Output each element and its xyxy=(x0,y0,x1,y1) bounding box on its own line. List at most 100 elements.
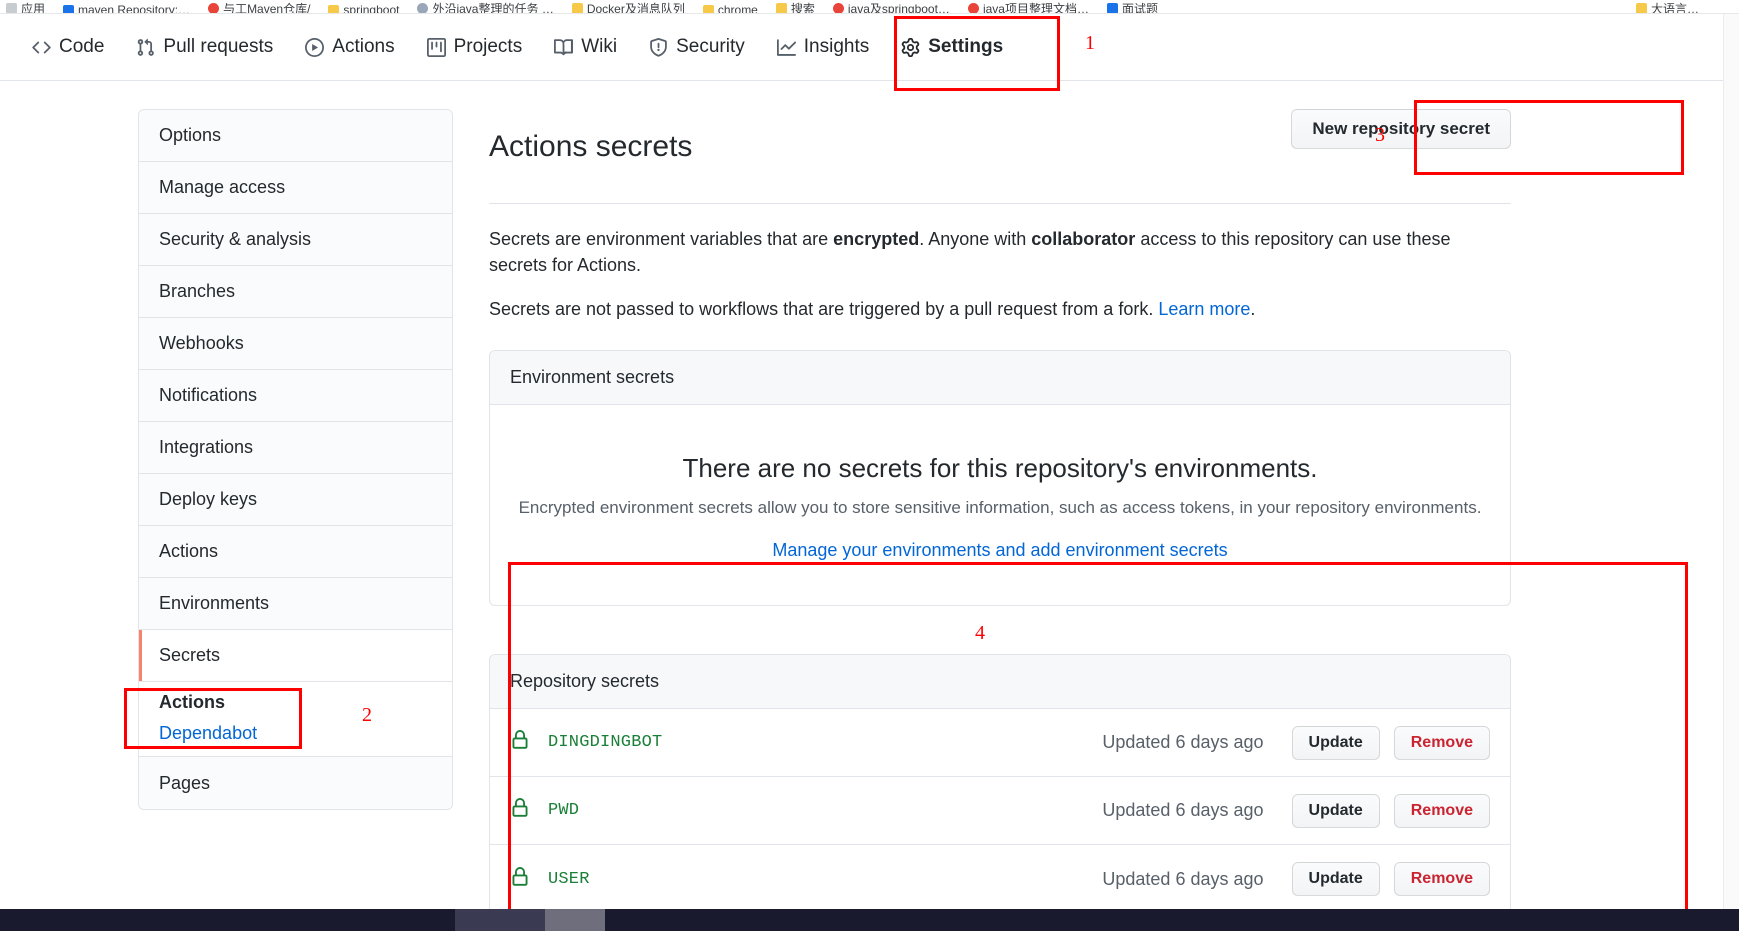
sidebar-item-notifications[interactable]: Notifications xyxy=(139,370,452,422)
secrets-description-line-2: Secrets are not passed to workflows that… xyxy=(489,296,1511,322)
sidebar-item-secrets[interactable]: Secrets xyxy=(139,630,452,682)
bookmark-label: 面试题 xyxy=(1121,2,1158,14)
empty-state-link-wrap: Manage your environments and add environ… xyxy=(514,540,1486,561)
tab-pull-requests[interactable]: Pull requests xyxy=(120,14,289,81)
tab-security[interactable]: Security xyxy=(633,14,761,81)
row-actions: Update Remove xyxy=(1291,793,1490,828)
sidebar-item-actions[interactable]: Actions xyxy=(139,526,452,578)
annotation-number-4: 4 xyxy=(975,622,985,644)
tab-wiki[interactable]: Wiki xyxy=(538,14,633,81)
browser-bookmark-bar: 应用 maven Repository:… 与工Maven仓库/ springb… xyxy=(0,0,1739,14)
bookmark-item[interactable]: java项目整理文档… xyxy=(967,0,1089,13)
secret-name: USER xyxy=(548,869,590,889)
bookmark-label: 外沿java整理的任务 … xyxy=(432,2,554,14)
update-secret-button[interactable]: Update xyxy=(1291,793,1380,828)
sidebar-item-label: Deploy keys xyxy=(159,489,258,509)
update-secret-button[interactable]: Update xyxy=(1291,862,1380,897)
screenshot-root: 应用 maven Repository:… 与工Maven仓库/ springb… xyxy=(0,0,1739,931)
sidebar-item-options[interactable]: Options xyxy=(139,110,452,162)
environment-secrets-header: Environment secrets xyxy=(490,351,1510,406)
manage-environments-link[interactable]: Manage your environments and add environ… xyxy=(772,540,1227,560)
sidebar-item-integrations[interactable]: Integrations xyxy=(139,422,452,474)
os-taskbar xyxy=(0,909,1739,931)
sidebar-item-label: Branches xyxy=(159,281,236,301)
row-actions: Update Remove xyxy=(1291,862,1490,897)
project-board-icon xyxy=(426,37,446,57)
red-icon xyxy=(967,3,979,13)
bookmark-label: maven Repository:… xyxy=(78,3,191,14)
tab-settings[interactable]: Settings xyxy=(885,14,1019,81)
blue-icon xyxy=(1106,3,1118,13)
sidebar-subitem-dependabot[interactable]: Dependabot xyxy=(159,723,452,744)
red-icon xyxy=(832,3,844,13)
sidebar-item-label: Pages xyxy=(159,772,211,793)
remove-secret-button[interactable]: Remove xyxy=(1393,862,1490,897)
tab-projects[interactable]: Projects xyxy=(411,14,539,81)
title-divider xyxy=(489,203,1511,205)
bookmark-item[interactable]: 搜索 xyxy=(775,0,815,13)
desc-text: . xyxy=(1250,299,1256,320)
taskbar-segment xyxy=(605,909,1739,931)
secret-updated-time: Updated 6 days ago xyxy=(1102,868,1264,889)
taskbar-segment xyxy=(0,909,455,931)
folder-icon xyxy=(571,3,583,13)
play-circle-icon xyxy=(305,37,325,57)
tab-label: Code xyxy=(59,36,105,57)
annotation-number-1: 1 xyxy=(1085,32,1095,54)
bookmark-item[interactable]: java及springboot… xyxy=(832,0,950,14)
sidebar-item-label: Security & analysis xyxy=(159,229,312,249)
tab-label: Actions xyxy=(332,36,395,57)
tab-label: Pull requests xyxy=(163,36,274,57)
bookmark-item[interactable]: springboot xyxy=(328,3,399,13)
sidebar-item-label: Environments xyxy=(159,593,270,613)
page-scrollbar[interactable] xyxy=(1723,14,1739,909)
desc-text: Secrets are environment variables that a… xyxy=(489,229,834,250)
bookmark-label: chrome xyxy=(717,3,758,14)
sidebar-item-label: Notifications xyxy=(159,385,258,405)
sidebar-item-manage-access[interactable]: Manage access xyxy=(139,162,452,214)
table-row: USER Updated 6 days ago Update Remove xyxy=(490,845,1510,913)
remove-secret-button[interactable]: Remove xyxy=(1393,725,1490,760)
sidebar-item-label: Options xyxy=(159,125,222,145)
settings-sidebar: Options Manage access Security & analysi… xyxy=(138,109,453,810)
graph-icon xyxy=(776,38,796,57)
sidebar-item-security-analysis[interactable]: Security & analysis xyxy=(139,214,452,266)
secret-name: DINGDINGBOT xyxy=(548,733,663,753)
tab-code[interactable]: Code xyxy=(16,14,120,81)
tab-label: Settings xyxy=(928,36,1004,57)
sidebar-item-label: Actions xyxy=(159,541,219,561)
tab-label: Wiki xyxy=(581,36,618,57)
code-icon xyxy=(32,38,51,57)
sidebar-item-deploy-keys[interactable]: Deploy keys xyxy=(139,474,452,526)
sidebar-item-environments[interactable]: Environments xyxy=(139,578,452,630)
new-repository-secret-button[interactable]: New repository secret xyxy=(1291,109,1511,149)
table-row: DINGDINGBOT Updated 6 days ago Update Re… xyxy=(490,709,1510,778)
bookmark-item[interactable]: 外沿java整理的任务 … xyxy=(417,0,554,14)
sidebar-item-pages[interactable]: Pages xyxy=(139,757,452,809)
bookmark-label: java及springboot… xyxy=(847,2,950,14)
row-actions: Update Remove xyxy=(1291,725,1490,760)
bookmark-item[interactable]: Docker及消息队列 xyxy=(571,0,685,13)
bookmark-item[interactable]: 应用 xyxy=(6,0,46,14)
bookmark-item[interactable]: 面试题 xyxy=(1106,0,1158,14)
taskbar-segment xyxy=(455,909,545,931)
empty-state-subtitle: Encrypted environment secrets allow you … xyxy=(518,498,1482,518)
tab-label: Insights xyxy=(803,36,870,57)
repository-secrets-header: Repository secrets xyxy=(490,655,1510,710)
remove-secret-button[interactable]: Remove xyxy=(1393,793,1490,828)
bookmark-label: 应用 xyxy=(21,2,46,14)
sidebar-subitem-actions[interactable]: Actions xyxy=(159,692,452,713)
sidebar-item-branches[interactable]: Branches xyxy=(139,266,452,318)
sidebar-item-webhooks[interactable]: Webhooks xyxy=(139,318,452,370)
page-title: Actions secrets xyxy=(489,130,693,164)
table-row: PWD Updated 6 days ago Update Remove xyxy=(490,777,1510,846)
tab-insights[interactable]: Insights xyxy=(761,14,885,81)
folder-icon xyxy=(775,3,787,13)
bookmark-item[interactable]: 大语言… xyxy=(1635,0,1699,13)
learn-more-link[interactable]: Learn more xyxy=(1158,299,1250,319)
bookmark-item[interactable]: 与工Maven仓库/ xyxy=(208,0,310,13)
bookmark-item[interactable]: maven Repository:… xyxy=(63,3,191,14)
bookmark-item[interactable]: chrome xyxy=(702,3,758,14)
tab-actions[interactable]: Actions xyxy=(289,14,410,81)
update-secret-button[interactable]: Update xyxy=(1291,725,1380,760)
